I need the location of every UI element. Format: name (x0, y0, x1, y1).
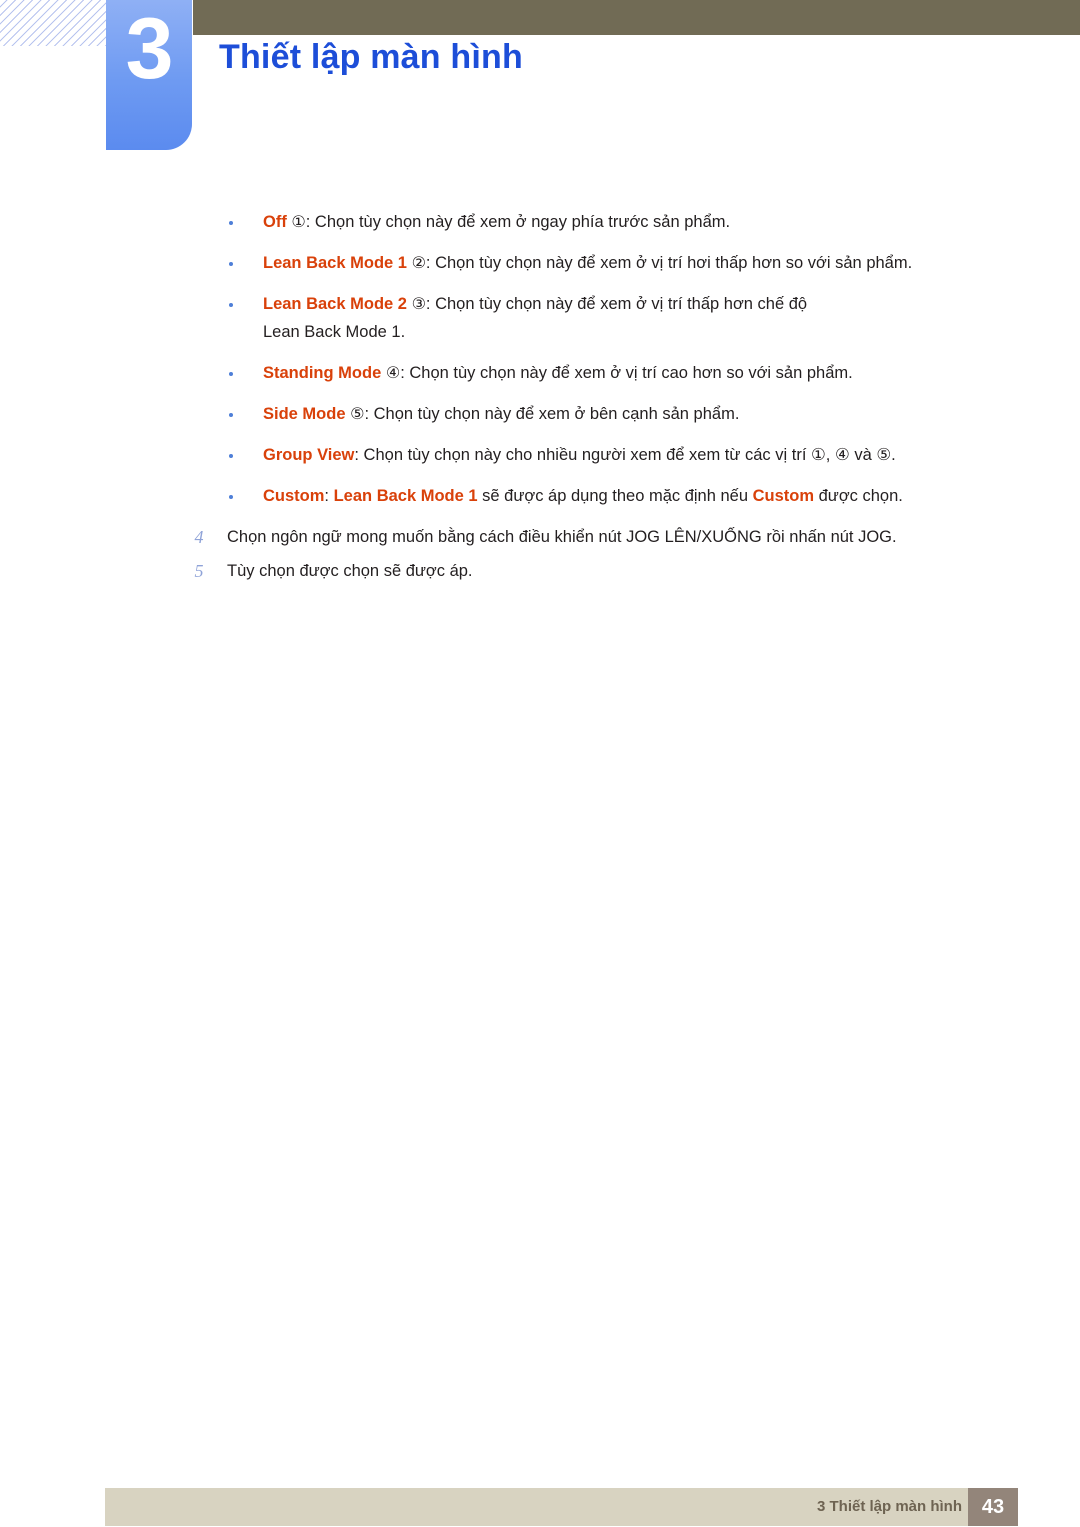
header-olive-bar (193, 0, 1080, 35)
option-description: : Chọn tùy chọn này cho nhiều người xem … (354, 446, 896, 464)
circled-number: ① (291, 214, 306, 231)
list-item: Off ①: Chọn tùy chọn này để xem ở ngay p… (0, 210, 1080, 235)
procedure-step-list: 4 Chọn ngôn ngữ mong muốn bằng cách điều… (0, 525, 1080, 584)
list-item: Standing Mode ④: Chọn tùy chọn này để xe… (0, 361, 1080, 386)
footer-page-number: 43 (968, 1488, 1018, 1526)
option-description: : Chọn tùy chọn này để xem ở vị trí thấp… (425, 295, 808, 313)
option-term-custom: Custom (263, 487, 325, 505)
step-text: Chọn ngôn ngữ mong muốn bằng cách điều k… (227, 528, 897, 546)
separator: : (324, 487, 334, 505)
option-term: Lean Back Mode 2 (263, 295, 407, 313)
circled-number: ⑤ (350, 406, 365, 423)
option-description: : Chọn tùy chọn này để xem ở vị trí cao … (400, 364, 853, 382)
list-item: Lean Back Mode 2 ③: Chọn tùy chọn này để… (0, 292, 1080, 345)
custom-description-tail: được chọn. (814, 487, 903, 505)
circled-number: ② (411, 255, 426, 272)
option-term: Group View (263, 446, 355, 464)
list-item: Lean Back Mode 1 ②: Chọn tùy chọn này để… (0, 251, 1080, 276)
circled-number: ③ (411, 296, 426, 313)
chapter-number: 3 (125, 1, 174, 97)
custom-description-mid: sẽ được áp dụng theo mặc định nếu (477, 487, 753, 505)
footer-bar: 3 Thiết lập màn hình (105, 1488, 1018, 1526)
step-number: 5 (194, 561, 204, 581)
option-term-lean-back-1: Lean Back Mode 1 (333, 487, 478, 505)
decorative-hatch-pattern (0, 0, 106, 46)
option-description: : Chọn tùy chọn này để xem ở vị trí hơi … (425, 254, 913, 272)
circled-number: ④ (385, 365, 401, 382)
option-term-custom-2: Custom (752, 487, 815, 505)
view-mode-bullet-list: Off ①: Chọn tùy chọn này để xem ở ngay p… (0, 210, 1080, 509)
list-item: 5 Tùy chọn được chọn sẽ được áp. (0, 559, 1080, 584)
option-description: : Chọn tùy chọn này để xem ở bên cạnh sả… (364, 405, 740, 423)
option-term: Lean Back Mode 1 (263, 254, 407, 272)
option-term: Off (263, 213, 287, 231)
option-description: : Chọn tùy chọn này để xem ở ngay phía t… (305, 213, 731, 231)
option-term: Standing Mode (263, 364, 382, 382)
page-content: Off ①: Chọn tùy chọn này để xem ở ngay p… (0, 210, 1080, 593)
option-description-continuation: Lean Back Mode 1. (263, 323, 406, 341)
chapter-number-tab: 3 (106, 0, 192, 150)
list-item: Side Mode ⑤: Chọn tùy chọn này để xem ở … (0, 402, 1080, 427)
footer-chapter-label: 3 Thiết lập màn hình (816, 1498, 962, 1515)
step-number: 4 (194, 527, 204, 547)
step-text: Tùy chọn được chọn sẽ được áp. (227, 562, 473, 580)
page-title: Thiết lập màn hình (219, 38, 523, 76)
list-item: Group View: Chọn tùy chọn này cho nhiều … (0, 443, 1080, 468)
list-item-custom: Custom: Lean Back Mode 1 sẽ được áp dụng… (0, 484, 1080, 509)
list-item: 4 Chọn ngôn ngữ mong muốn bằng cách điều… (0, 525, 1080, 550)
option-term: Side Mode (263, 405, 346, 423)
